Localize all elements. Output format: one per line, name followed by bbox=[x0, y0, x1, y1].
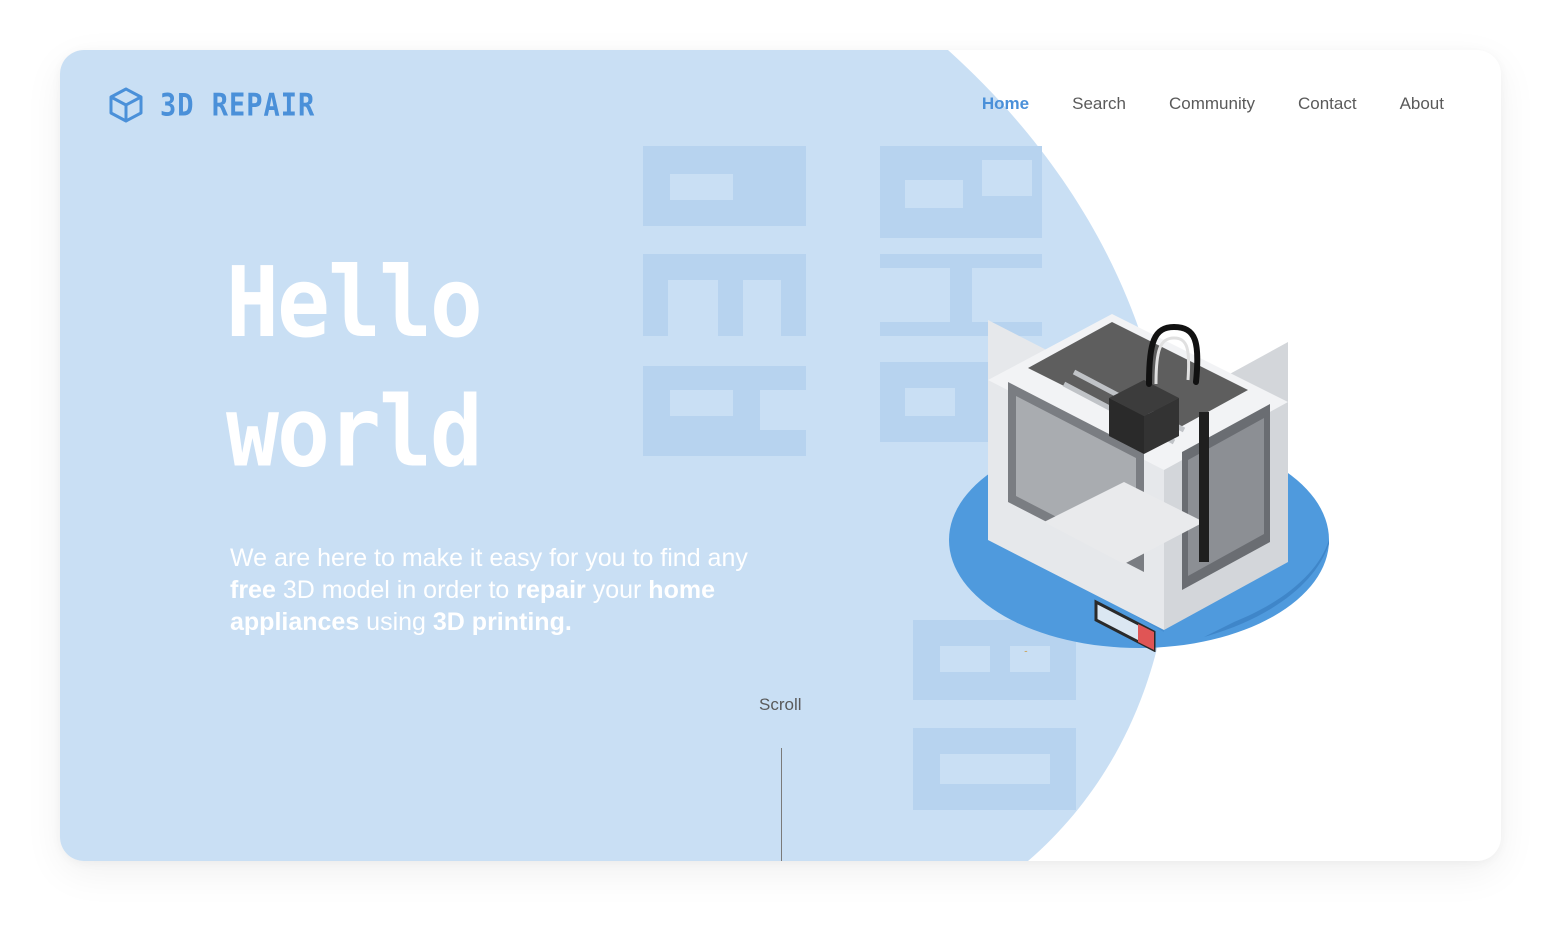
tagline-highlight: free bbox=[230, 576, 276, 604]
hero-title-line-1: Hello bbox=[226, 245, 483, 359]
hero-card: 3D REPAIR Home Search Community Contact … bbox=[60, 50, 1501, 861]
hero-title-line-2: world bbox=[226, 375, 483, 489]
tagline-part: your bbox=[585, 576, 649, 604]
nav-item-contact[interactable]: Contact bbox=[1298, 94, 1357, 114]
main-nav: Home Search Community Contact About bbox=[982, 94, 1444, 114]
tagline-highlight: repair bbox=[516, 576, 586, 604]
tagline-part: 3D model in order to bbox=[275, 576, 517, 604]
cube-icon bbox=[109, 87, 143, 123]
hero-title: Hello world bbox=[226, 238, 546, 498]
tagline-highlight: 3D printing. bbox=[432, 608, 572, 636]
nav-item-home[interactable]: Home bbox=[982, 94, 1029, 114]
nav-item-search[interactable]: Search bbox=[1072, 94, 1126, 114]
scroll-label[interactable]: Scroll bbox=[759, 695, 802, 715]
brand-name: 3D REPAIR bbox=[160, 87, 316, 123]
nav-item-about[interactable]: About bbox=[1400, 94, 1444, 114]
nav-item-community[interactable]: Community bbox=[1169, 94, 1255, 114]
tagline-part: We are here to make it easy for you to f… bbox=[230, 544, 748, 572]
3d-printer-illustration bbox=[949, 314, 1329, 652]
scroll-indicator-line bbox=[781, 748, 782, 861]
brand-logo[interactable]: 3D REPAIR bbox=[108, 86, 315, 124]
tagline-part: using bbox=[359, 608, 433, 636]
hero-tagline: We are here to make it easy for you to f… bbox=[230, 542, 770, 638]
